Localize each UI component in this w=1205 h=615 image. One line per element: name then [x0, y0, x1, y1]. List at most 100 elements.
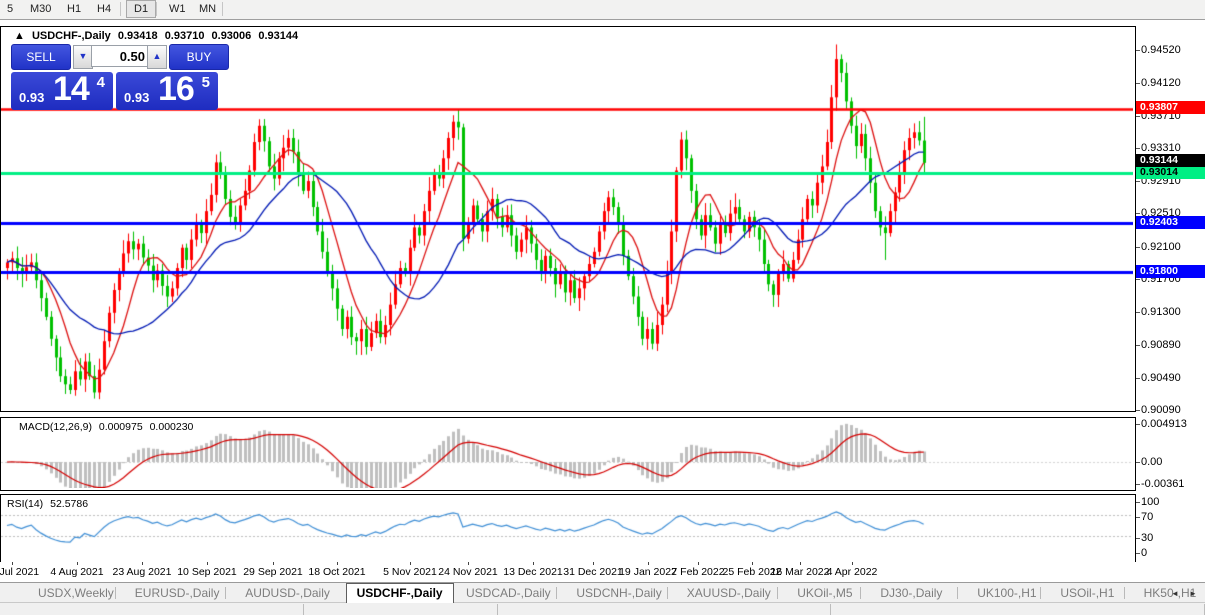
chart-tab-usdcnh-[interactable]: USDCNH-,Daily	[566, 585, 671, 601]
timeframe-button-m30[interactable]: M30	[23, 0, 58, 18]
date-tick-mark	[273, 562, 274, 565]
time-axis[interactable]: 16 Jul 20214 Aug 202123 Aug 202110 Sep 2…	[0, 562, 1205, 581]
timeframe-button-5[interactable]: 5	[0, 0, 20, 18]
timeframe-button-mn[interactable]: MN	[192, 0, 223, 18]
scale-tick-mark	[1136, 213, 1140, 214]
date-label: 29 Sep 2021	[243, 566, 303, 578]
rsi-scale-label: 0	[1141, 547, 1147, 559]
chart-tab-usoil-[interactable]: USOil-,H1	[1050, 585, 1124, 601]
chart-tab-usdx[interactable]: USDX,Weekly	[28, 585, 124, 601]
chart-tab-usdchf-[interactable]: USDCHF-,Daily	[346, 583, 454, 603]
price-tick-label: 0.92100	[1141, 241, 1181, 253]
lot-decrease-button[interactable]: ▼	[73, 45, 93, 69]
date-label: 13 Dec 2021	[503, 566, 563, 578]
hline-price-badge: 0.91800	[1136, 265, 1205, 278]
rsi-scale-label: 100	[1141, 496, 1159, 508]
date-label: 19 Jan 2022	[619, 566, 677, 578]
tab-separator	[667, 587, 668, 599]
macd-pane: MACD(12,26,9) 0.000975 0.000230	[0, 417, 1136, 491]
scale-tick-mark	[1136, 116, 1140, 117]
tabs-scroll-right-button[interactable]: ►	[1186, 587, 1200, 600]
chart-tab-audusd-[interactable]: AUDUSD-,Daily	[235, 585, 340, 601]
chart-tab-xauusd-[interactable]: XAUUSD-,Daily	[677, 585, 781, 601]
date-label: 4 Apr 2022	[827, 566, 878, 578]
date-label: 7 Feb 2022	[671, 566, 724, 578]
lot-increase-button[interactable]: ▲	[147, 45, 167, 69]
sell-price-prefix: 0.93	[19, 90, 44, 105]
collapse-panel-arrow[interactable]: ▲	[14, 30, 25, 42]
buy-price-prefix: 0.93	[124, 90, 149, 105]
chart-tab-ukoil-[interactable]: UKOil-,M5	[787, 585, 862, 601]
status-bar-cell	[497, 604, 831, 615]
date-label: 16 Mar 2022	[771, 566, 830, 578]
chart-tab-uk100-[interactable]: UK100-,H1	[967, 585, 1046, 601]
date-tick-mark	[800, 562, 801, 565]
toolbar-separator	[156, 2, 157, 16]
status-bar	[0, 602, 1205, 615]
toolbar-separator	[222, 2, 223, 16]
date-label: 16 Jul 2021	[0, 566, 39, 578]
date-tick-mark	[468, 562, 469, 565]
status-bar-cell	[303, 604, 498, 615]
timeframe-button-h1[interactable]: H1	[60, 0, 88, 18]
rsi-pane: RSI(14) 52.5786	[0, 494, 1136, 563]
sell-price-box[interactable]: 0.93 14 4	[11, 72, 113, 110]
date-label: 10 Sep 2021	[177, 566, 237, 578]
chart-tab-usdcad-[interactable]: USDCAD-,Daily	[456, 585, 561, 601]
date-label: 31 Dec 2021	[563, 566, 623, 578]
one-click-trading-panel: SELL ▼ ▲ BUY 0.93 14 4 0.93 16 5	[11, 44, 227, 110]
lot-size-input[interactable]	[91, 45, 149, 67]
triangle-down-icon: ▼	[79, 51, 88, 61]
tab-separator	[225, 587, 226, 599]
scale-tick-mark	[1136, 484, 1140, 485]
price-scale[interactable]: 0.945200.941200.937100.933100.929100.925…	[1136, 26, 1205, 561]
buy-price-pip: 5	[202, 74, 210, 91]
price-tick-label: 0.94520	[1141, 44, 1181, 56]
chart-tab-dj30-[interactable]: DJ30-,Daily	[870, 585, 952, 601]
chart-tab-eurusd-[interactable]: EURUSD-,Daily	[125, 585, 230, 601]
scale-tick-mark	[1136, 538, 1140, 539]
chart-tab-bar: USDX,WeeklyEURUSD-,Daily AUDUSD-,Daily USD…	[0, 582, 1205, 603]
triangle-up-icon: ▲	[153, 51, 162, 61]
scale-tick-mark	[1136, 502, 1140, 503]
price-tick-label: 0.93310	[1141, 142, 1181, 154]
date-tick-mark	[142, 562, 143, 565]
timeframe-button-d1[interactable]: D1	[126, 0, 156, 18]
tab-separator	[115, 587, 116, 599]
rsi-scale-label: 70	[1141, 511, 1153, 523]
scale-tick-mark	[1136, 181, 1140, 182]
date-label: 24 Nov 2021	[438, 566, 498, 578]
price-tick-label: 0.90090	[1141, 404, 1181, 416]
rsi-canvas[interactable]	[1, 495, 1133, 560]
timeframe-button-w1[interactable]: W1	[162, 0, 193, 18]
status-bar-cell	[0, 604, 304, 615]
date-tick-mark	[648, 562, 649, 565]
sell-button[interactable]: SELL	[11, 44, 71, 70]
scale-tick-mark	[1136, 50, 1140, 51]
scale-tick-mark	[1136, 247, 1140, 248]
timeframe-button-h4[interactable]: H4	[90, 0, 118, 18]
macd-scale-label: 0.004913	[1141, 418, 1187, 430]
rsi-label: RSI(14) 52.5786	[7, 498, 88, 510]
macd-label: MACD(12,26,9) 0.000975 0.000230	[19, 421, 193, 433]
timeframe-toolbar: 5M30H1H4 D1 W1MN	[0, 0, 1205, 20]
rsi-scale-label: 30	[1141, 532, 1153, 544]
scale-tick-mark	[1136, 410, 1140, 411]
chart-title: ▲ USDCHF-,Daily 0.93418 0.93710 0.93006 …	[14, 30, 302, 42]
hline-price-badge: 0.92403	[1136, 216, 1205, 229]
ohlc-high: 0.93710	[165, 30, 205, 42]
price-tick-label: 0.94120	[1141, 77, 1181, 89]
tab-separator	[860, 587, 861, 599]
date-label: 4 Aug 2021	[50, 566, 103, 578]
chart-symbol-label: USDCHF-,Daily	[32, 30, 111, 42]
main-chart-pane: ▲ USDCHF-,Daily 0.93418 0.93710 0.93006 …	[0, 26, 1136, 412]
date-label: 18 Oct 2021	[308, 566, 365, 578]
last-price-badge: 0.93144	[1136, 154, 1205, 167]
price-tick-label: 0.90490	[1141, 372, 1181, 384]
date-tick-mark	[77, 562, 78, 565]
date-tick-mark	[593, 562, 594, 565]
scale-tick-mark	[1136, 378, 1140, 379]
tabs-scroll-left-button[interactable]: ◄	[1168, 587, 1182, 600]
buy-price-box[interactable]: 0.93 16 5	[116, 72, 218, 110]
buy-button[interactable]: BUY	[169, 44, 229, 70]
